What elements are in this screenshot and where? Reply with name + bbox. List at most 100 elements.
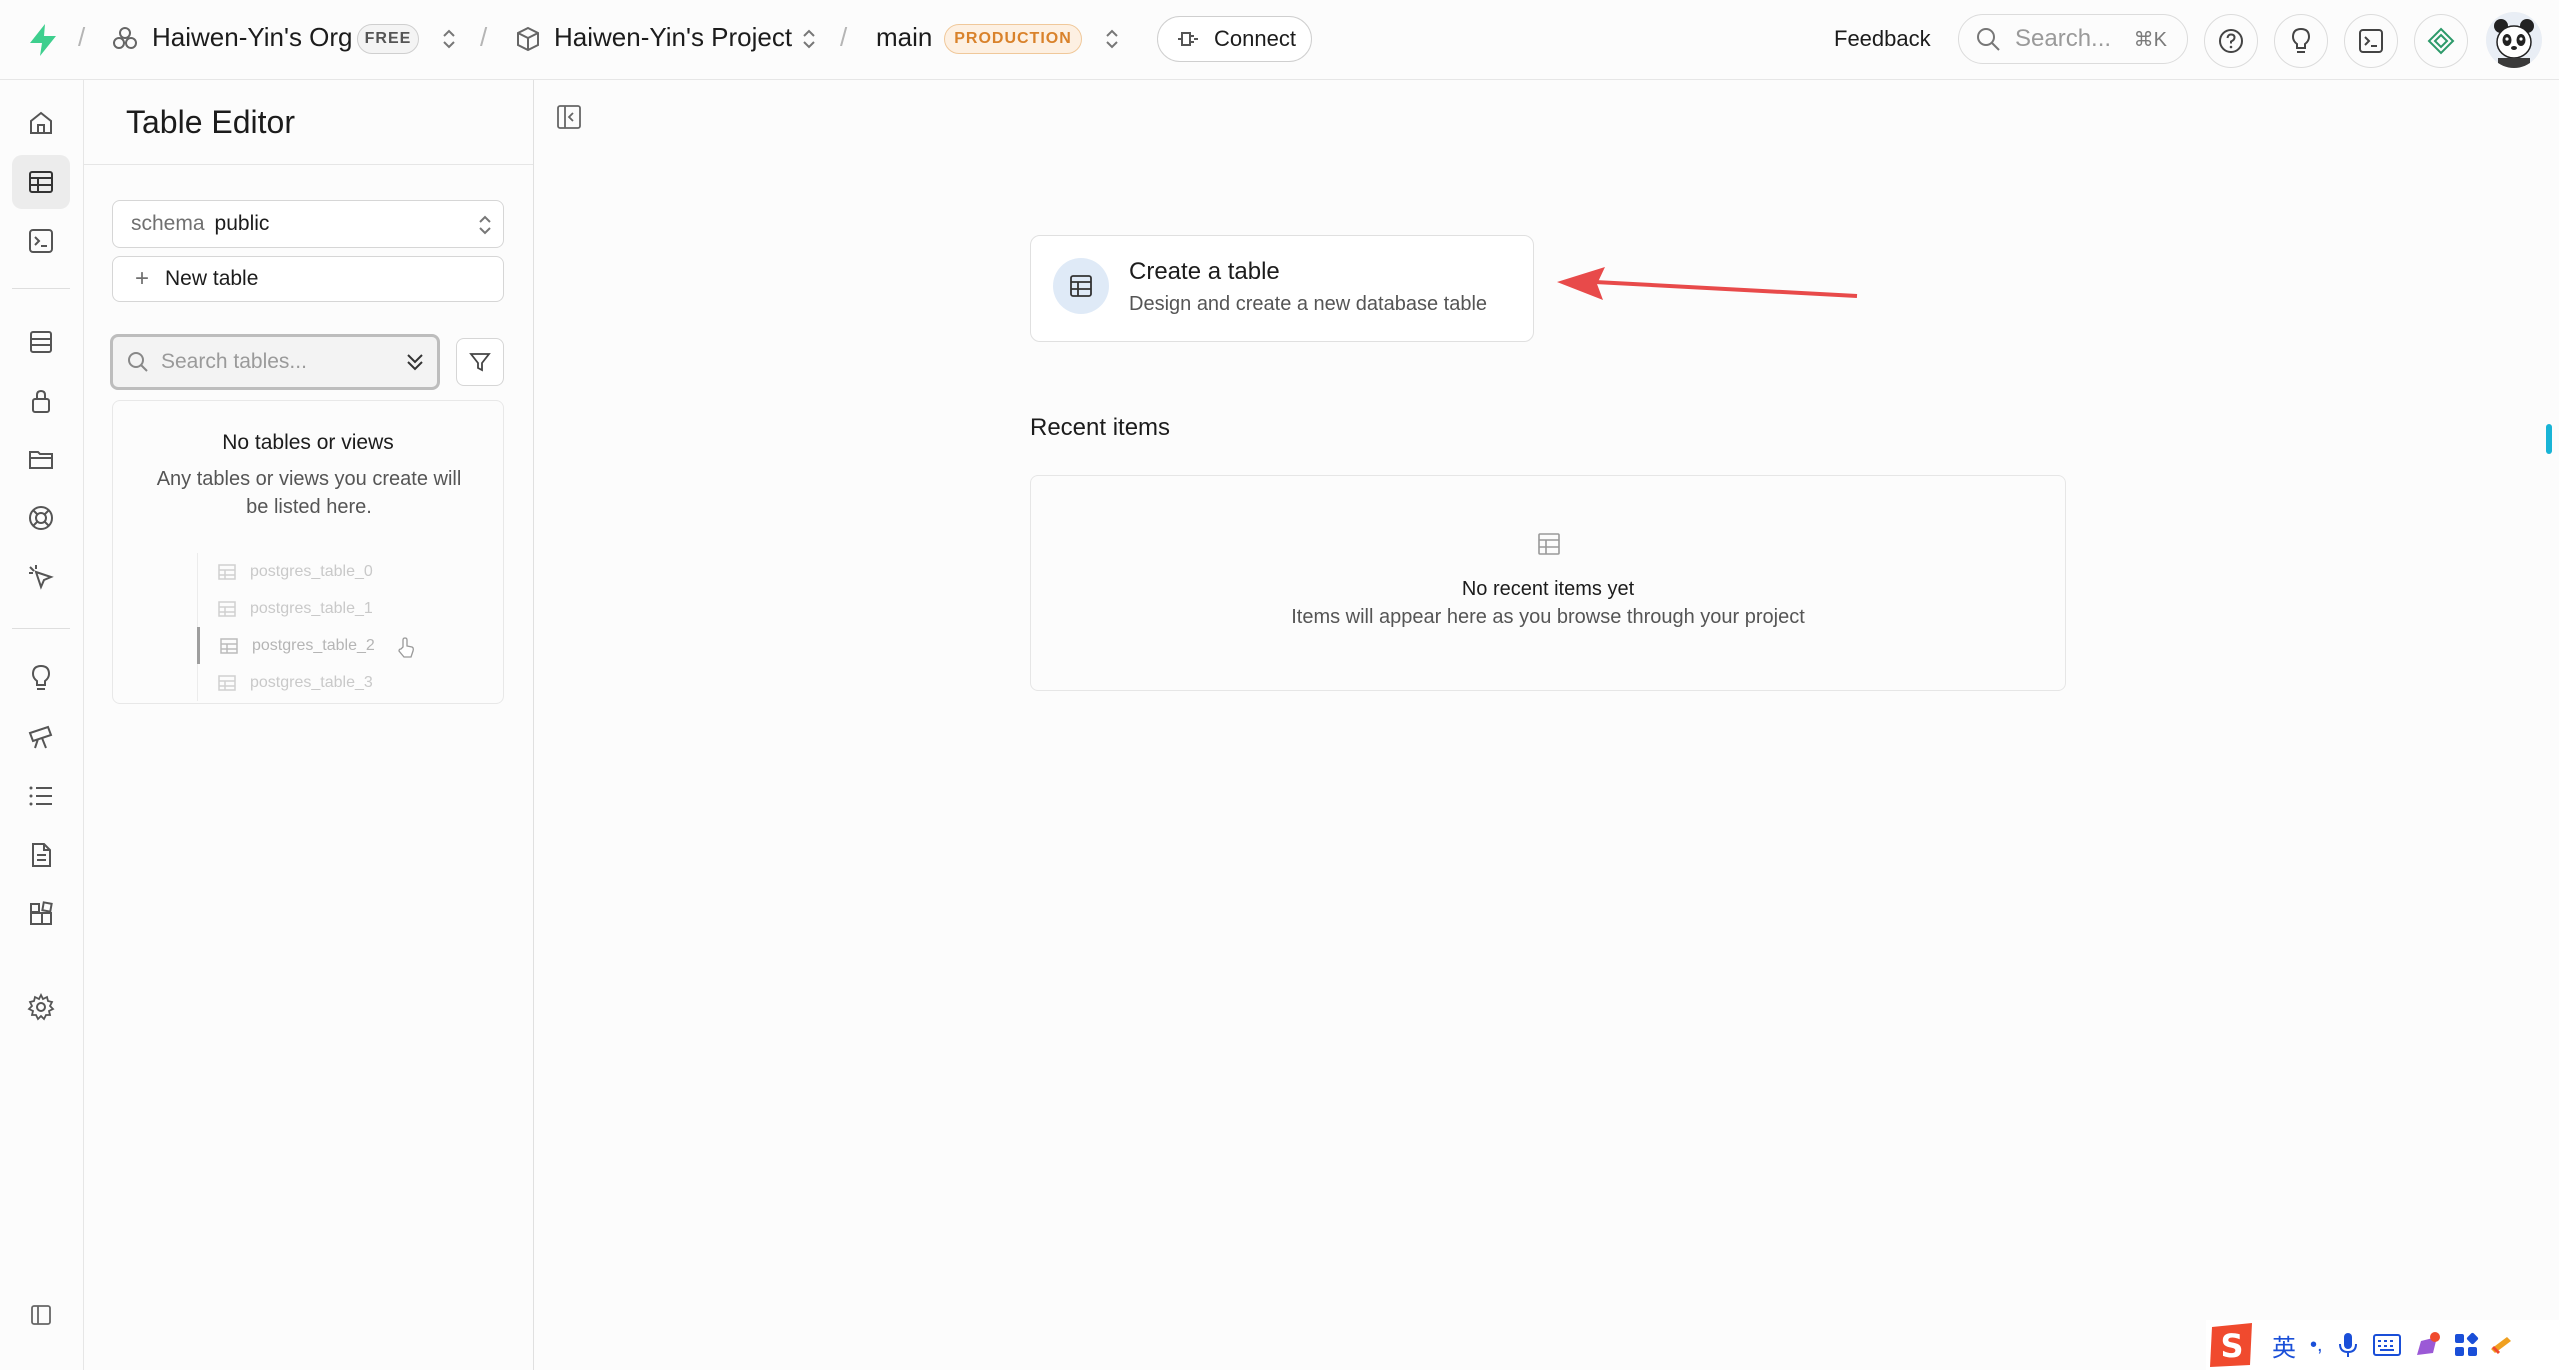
ime-toolbar: S 英 •, <box>2206 1320 2559 1370</box>
nav-integrations[interactable] <box>12 887 70 941</box>
table-icon <box>218 563 236 580</box>
sogou-logo-icon[interactable]: S <box>2206 1321 2258 1369</box>
scrollbar-thumb[interactable] <box>2546 424 2552 454</box>
ghost-table-row: postgres_table_2 <box>197 627 417 664</box>
nav-sql-editor[interactable] <box>12 214 70 268</box>
breadcrumb-separator: / <box>480 22 488 52</box>
nav-logs[interactable] <box>12 769 70 823</box>
collapse-panel-icon[interactable] <box>556 104 582 130</box>
new-table-label: New table <box>165 267 259 290</box>
filter-button[interactable] <box>456 338 504 386</box>
mascot-icon[interactable] <box>2489 1333 2513 1357</box>
nav-settings[interactable] <box>12 980 70 1034</box>
connect-label: Connect <box>1214 26 1296 51</box>
feedback-button[interactable]: Feedback <box>1834 26 1931 52</box>
nav-realtime[interactable] <box>12 491 70 545</box>
global-search-input[interactable]: Search... ⌘K <box>1958 14 2188 64</box>
global-search-placeholder: Search... <box>2015 25 2112 52</box>
branch-switcher-chevron-icon[interactable] <box>1103 26 1121 52</box>
schema-value: public <box>214 212 270 235</box>
schema-select[interactable]: schema public <box>112 200 504 248</box>
rail-divider <box>12 288 70 289</box>
new-table-button[interactable]: + New table <box>112 256 504 302</box>
plug-icon <box>1178 32 1198 46</box>
org-plan-badge: FREE <box>357 24 419 54</box>
connect-button[interactable]: Connect <box>1157 16 1312 62</box>
ghost-table-row: postgres_table_0 <box>197 553 417 590</box>
edge-functions-icon <box>29 565 54 590</box>
nav-reports[interactable] <box>12 710 70 764</box>
table-icon <box>1070 275 1092 297</box>
user-avatar[interactable] <box>2486 12 2542 68</box>
ai-assistant-button[interactable] <box>2414 14 2468 68</box>
nav-storage[interactable] <box>12 432 70 486</box>
database-icon <box>30 331 52 353</box>
table-icon <box>220 637 238 654</box>
nav-authentication[interactable] <box>12 374 70 428</box>
table-icon <box>218 674 236 691</box>
table-icon <box>218 600 236 617</box>
recent-items-title: Recent items <box>1030 414 1171 441</box>
breadcrumb-separator: / <box>78 22 86 52</box>
nav-collapse[interactable] <box>12 1288 70 1342</box>
table-editor-panel: Table Editor schema public + New table S… <box>84 80 534 1370</box>
org-name[interactable]: Haiwen-Yin's Org <box>152 22 353 53</box>
ghost-table-row: postgres_table_1 <box>197 590 417 627</box>
svg-text:S: S <box>2220 1327 2243 1365</box>
annotation-arrow-icon <box>1557 267 1858 300</box>
nav-home[interactable] <box>12 96 70 150</box>
api-docs-icon <box>32 843 51 867</box>
nav-api-docs[interactable] <box>12 828 70 882</box>
org-icon <box>113 27 137 49</box>
filter-icon <box>469 353 491 372</box>
branch-name[interactable]: main <box>876 22 932 53</box>
table-editor-icon <box>29 171 53 193</box>
nav-database[interactable] <box>12 315 70 369</box>
home-icon <box>30 111 52 134</box>
create-table-card[interactable]: Create a table Design and create a new d… <box>1030 235 1534 342</box>
settings-icon <box>27 992 55 1021</box>
ghost-table-name: postgres_table_3 <box>250 673 373 691</box>
help-icon <box>2219 29 2243 53</box>
left-nav-rail <box>0 80 84 1370</box>
ghost-table-list: postgres_table_0 postgres_table_1 postgr… <box>197 553 417 701</box>
org-switcher-chevron-icon[interactable] <box>440 26 458 52</box>
create-table-title: Create a table <box>1129 258 1280 285</box>
rail-divider <box>12 628 70 629</box>
project-switcher-chevron-icon[interactable] <box>800 26 818 52</box>
ime-language-toggle[interactable]: 英 <box>2272 1328 2296 1363</box>
table-icon <box>1538 533 1560 555</box>
whats-new-button[interactable] <box>2274 14 2328 68</box>
skin-icon[interactable] <box>2413 1331 2441 1359</box>
tables-empty-state: No tables or views Any tables or views y… <box>112 400 504 704</box>
ghost-table-name: postgres_table_2 <box>252 636 375 654</box>
ghost-table-name: postgres_table_1 <box>250 599 373 617</box>
nav-edge-functions[interactable] <box>12 550 70 604</box>
toolbox-grid-icon[interactable] <box>2453 1332 2479 1358</box>
realtime-icon <box>29 506 53 530</box>
supabase-logo-icon[interactable] <box>26 22 60 58</box>
ime-punctuation-toggle[interactable]: •, <box>2310 1334 2323 1357</box>
chevron-up-down-icon <box>479 215 491 235</box>
search-shortcut: ⌘K <box>2133 29 2167 51</box>
panda-avatar-icon <box>2486 12 2542 68</box>
plus-icon: + <box>135 265 150 292</box>
breadcrumb-separator: / <box>840 22 848 52</box>
ghost-table-name: postgres_table_0 <box>250 562 373 580</box>
integrations-icon <box>30 901 53 925</box>
panel-divider <box>84 164 533 165</box>
nav-advisors[interactable] <box>12 651 70 705</box>
keyboard-icon[interactable] <box>2372 1334 2401 1356</box>
project-name[interactable]: Haiwen-Yin's Project <box>554 22 792 53</box>
logs-icon <box>29 786 52 806</box>
hand-pointer-icon <box>398 637 414 658</box>
sql-assistant-button[interactable] <box>2344 14 2398 68</box>
help-button[interactable] <box>2204 14 2258 68</box>
microphone-icon[interactable] <box>2337 1331 2359 1359</box>
nav-table-editor[interactable] <box>12 155 70 209</box>
diamond-icon <box>2427 27 2455 55</box>
panel-title: Table Editor <box>126 104 295 140</box>
chevrons-down-icon[interactable] <box>405 351 425 373</box>
sidebar-toggle-icon <box>31 1305 51 1325</box>
search-tables-input[interactable]: Search tables... <box>110 334 440 390</box>
